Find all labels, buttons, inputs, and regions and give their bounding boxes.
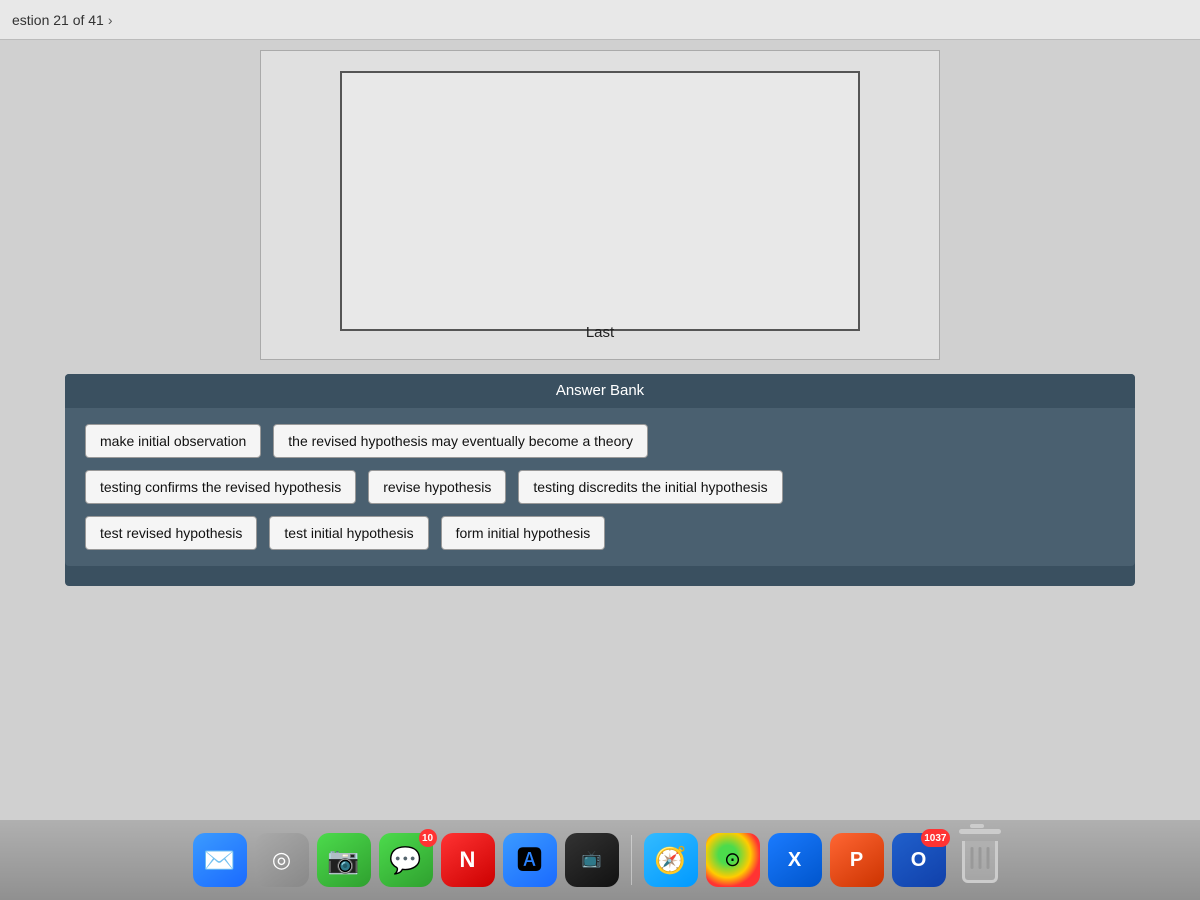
chip-test-initial-hypothesis[interactable]: test initial hypothesis xyxy=(269,516,428,550)
answer-row-2: testing confirms the revised hypothesis … xyxy=(85,470,1115,504)
last-label: Last xyxy=(586,324,614,341)
chip-revised-hypothesis-theory[interactable]: the revised hypothesis may eventually be… xyxy=(273,424,648,458)
siri-icon: ◎ xyxy=(272,849,291,871)
news-icon: N xyxy=(460,849,476,871)
nav-chevron-icon[interactable]: › xyxy=(108,12,113,28)
dock-item-siri[interactable]: ◎ xyxy=(255,833,309,887)
dock-divider xyxy=(631,835,632,885)
dock-item-outlook[interactable]: O 1037 xyxy=(892,833,946,887)
chip-test-revised-hypothesis[interactable]: test revised hypothesis xyxy=(85,516,257,550)
dock-item-facetime[interactable]: 📷 xyxy=(317,833,371,887)
main-content: Last Answer Bank make initial observatio… xyxy=(0,40,1200,880)
dock-item-trash[interactable] xyxy=(954,833,1008,887)
powerpoint-icon: P xyxy=(850,850,863,870)
chip-form-initial-hypothesis[interactable]: form initial hypothesis xyxy=(441,516,606,550)
mail-icon: ✉️ xyxy=(203,847,235,873)
facetime-icon: 📷 xyxy=(327,847,359,873)
answer-bank-container: Answer Bank make initial observation the… xyxy=(65,374,1135,586)
xcode-icon: X xyxy=(788,850,801,870)
chrome-icon: ⊙ xyxy=(724,850,741,870)
answer-row-3: test revised hypothesis test initial hyp… xyxy=(85,516,1115,550)
dock-item-appletv[interactable]: 📺 xyxy=(565,833,619,887)
answer-bank-header: Answer Bank xyxy=(65,374,1135,408)
answer-bank-title: Answer Bank xyxy=(556,382,644,399)
question-label: estion 21 of 41 xyxy=(12,12,104,28)
messages-badge: 10 xyxy=(419,829,437,847)
dock-item-news[interactable]: N xyxy=(441,833,495,887)
dock-item-xcode[interactable]: X xyxy=(768,833,822,887)
dock-item-appstore[interactable]: 🅰 xyxy=(503,833,557,887)
dock-item-chrome[interactable]: ⊙ xyxy=(706,833,760,887)
appletv-icon: 📺 xyxy=(582,852,602,868)
dock-item-powerpoint[interactable]: P xyxy=(830,833,884,887)
trash-icon xyxy=(962,837,1000,883)
dock-item-mail[interactable]: ✉️ xyxy=(193,833,247,887)
dock-item-safari[interactable]: 🧭 xyxy=(644,833,698,887)
chip-revise-hypothesis[interactable]: revise hypothesis xyxy=(368,470,506,504)
diagram-area: Last xyxy=(260,50,940,360)
messages-icon: 💬 xyxy=(389,847,421,873)
safari-icon: 🧭 xyxy=(654,847,686,873)
outlook-icon: O xyxy=(911,850,927,870)
answer-row-1: make initial observation the revised hyp… xyxy=(85,424,1115,458)
dock-item-messages[interactable]: 💬 10 xyxy=(379,833,433,887)
chip-make-initial-observation[interactable]: make initial observation xyxy=(85,424,261,458)
dock: ✉️ ◎ 📷 💬 10 N 🅰 📺 🧭 ⊙ X P O xyxy=(0,820,1200,900)
chip-testing-discredits[interactable]: testing discredits the initial hypothesi… xyxy=(518,470,782,504)
appstore-icon: 🅰 xyxy=(516,847,542,873)
answer-bank-body: make initial observation the revised hyp… xyxy=(65,408,1135,566)
diagram-inner xyxy=(340,71,860,331)
chip-testing-confirms[interactable]: testing confirms the revised hypothesis xyxy=(85,470,356,504)
nav-bar: estion 21 of 41 › xyxy=(0,0,1200,40)
outlook-badge: 1037 xyxy=(921,829,949,847)
question-counter: estion 21 of 41 › xyxy=(12,12,113,28)
